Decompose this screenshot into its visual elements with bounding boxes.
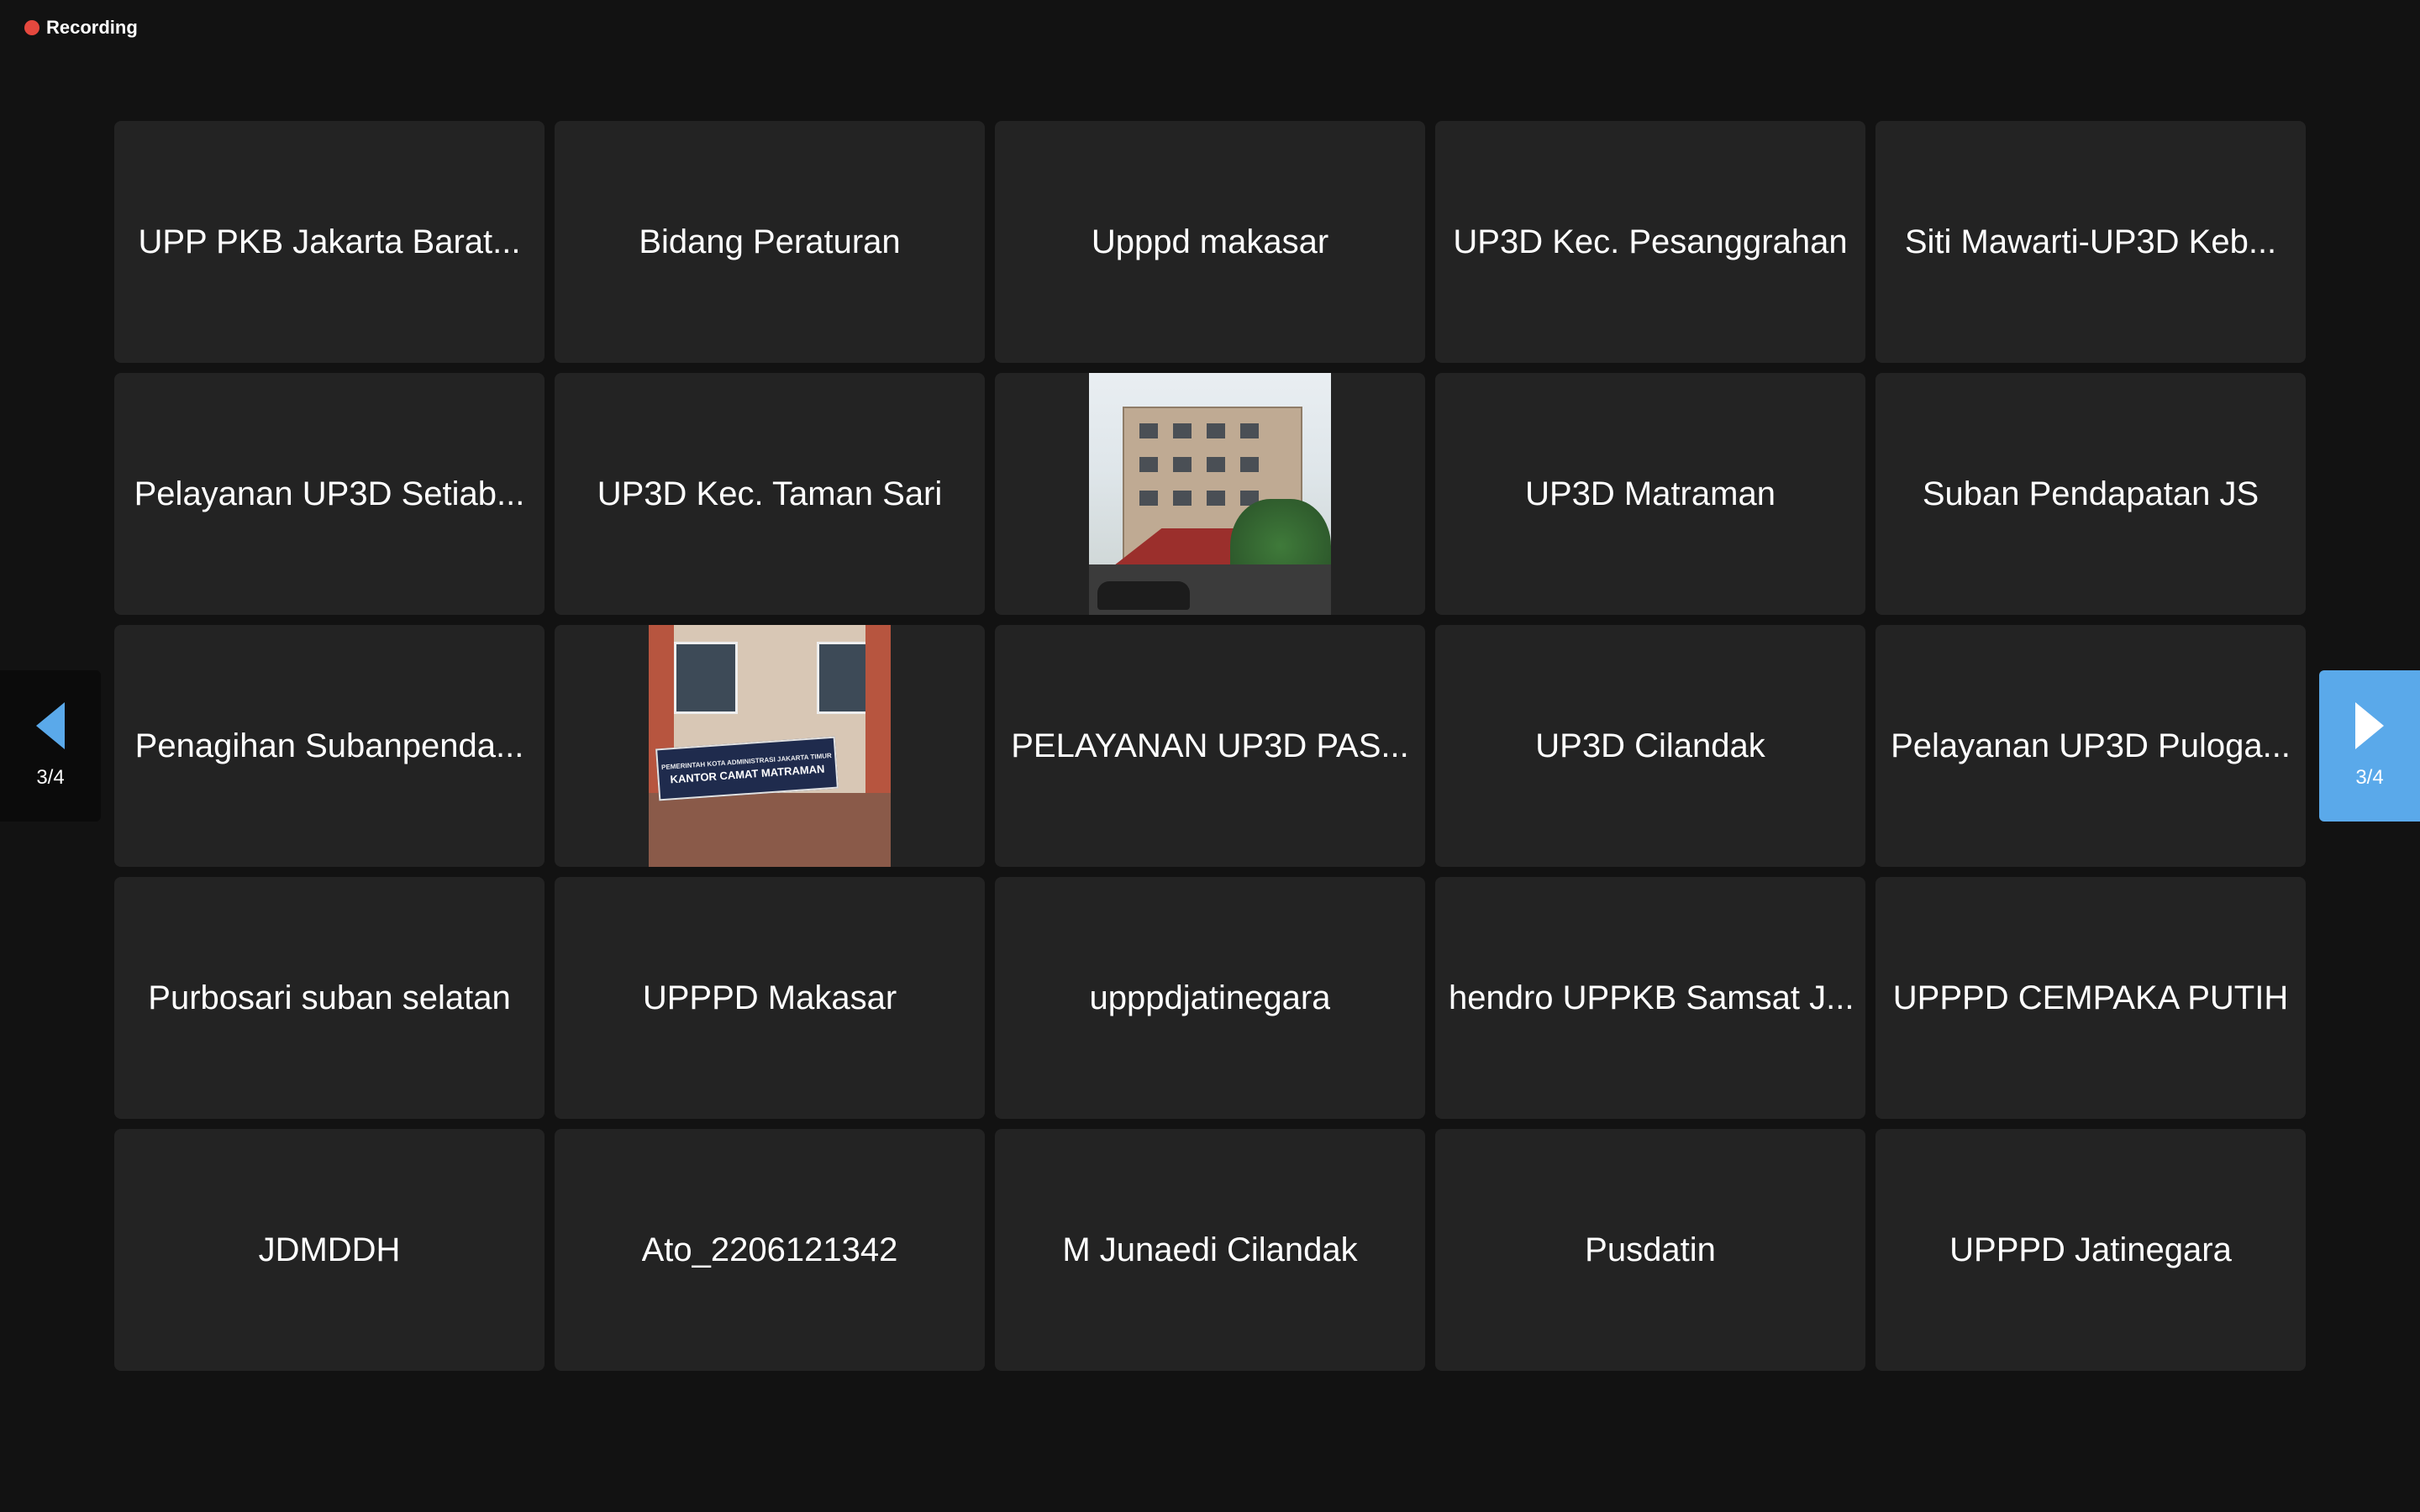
participant-name: M Junaedi Cilandak [1062,1231,1358,1268]
participant-name: Pelayanan UP3D Puloga... [1891,727,2291,764]
participant-name: JDMDDH [258,1231,401,1268]
participant-tile[interactable]: UPP PKB Jakarta Barat... [114,121,544,363]
participant-tile[interactable]: UPPPD Makasar [555,877,985,1119]
page-indicator: 3/4 [36,766,65,789]
participant-tile[interactable]: UP3D Kec. Taman Sari [555,373,985,615]
participant-tile[interactable]: UP3D Kec. Pesanggrahan [1435,121,1865,363]
participant-name: UP3D Matraman [1525,475,1776,512]
participant-tile[interactable]: UP3D Cilandak [1435,625,1865,867]
participant-tile[interactable]: Pelayanan UP3D Setiab... [114,373,544,615]
participant-tile[interactable] [995,373,1425,615]
participant-tile[interactable]: Penagihan Subanpenda... [114,625,544,867]
participant-name: UPPPD CEMPAKA PUTIH [1892,979,2289,1016]
participant-name: UP3D Kec. Taman Sari [597,475,943,512]
participant-name: UP3D Cilandak [1535,727,1765,764]
participant-tile[interactable]: hendro UPPKB Samsat J... [1435,877,1865,1119]
participant-tile[interactable]: Suban Pendapatan JS [1876,373,2306,615]
next-page-button[interactable]: 3/4 [2319,670,2420,822]
participant-name: upppdjatinegara [1089,979,1331,1016]
participant-grid: UPP PKB Jakarta Barat... Bidang Peratura… [114,121,2306,1371]
chevron-left-icon [36,702,65,749]
participant-name: Purbosari suban selatan [148,979,511,1016]
participant-tile[interactable]: Purbosari suban selatan [114,877,544,1119]
participant-name: UPP PKB Jakarta Barat... [138,223,521,260]
participant-tile[interactable]: PELAYANAN UP3D PAS... [995,625,1425,867]
chevron-right-icon [2355,702,2384,749]
participant-name: Upppd makasar [1091,223,1329,260]
participant-name: UPPPD Jatinegara [1949,1231,2232,1268]
participant-tile[interactable]: UPPPD CEMPAKA PUTIH [1876,877,2306,1119]
participant-tile[interactable]: M Junaedi Cilandak [995,1129,1425,1371]
participant-name: PELAYANAN UP3D PAS... [1011,727,1409,764]
participant-tile[interactable]: Ato_2206121342 [555,1129,985,1371]
participant-tile[interactable]: Siti Mawarti-UP3D Keb... [1876,121,2306,363]
participant-name: Bidang Peraturan [639,223,901,260]
recording-dot-icon [24,20,39,35]
participant-name: hendro UPPKB Samsat J... [1449,979,1852,1016]
participant-name: Penagihan Subanpenda... [134,727,524,764]
recording-label: Recording [46,17,138,38]
participant-tile[interactable]: Pelayanan UP3D Puloga... [1876,625,2306,867]
participant-name: Pelayanan UP3D Setiab... [134,475,525,512]
participant-name: Pusdatin [1585,1231,1716,1268]
participant-tile[interactable]: JDMDDH [114,1129,544,1371]
participant-tile[interactable]: upppdjatinegara [995,877,1425,1119]
participant-name: UPPPD Makasar [642,979,897,1016]
participant-name: Ato_2206121342 [641,1231,898,1268]
participant-tile[interactable]: UPPPD Jatinegara [1876,1129,2306,1371]
participant-tile[interactable]: PEMERINTAH KOTA ADMINISTRASI JAKARTA TIM… [555,625,985,867]
recording-indicator: Recording [24,17,138,39]
building-photo [1089,373,1331,615]
page-indicator: 3/4 [2355,766,2384,789]
participant-tile[interactable]: Bidang Peraturan [555,121,985,363]
participant-name: Siti Mawarti-UP3D Keb... [1904,223,2277,260]
participant-tile[interactable]: Upppd makasar [995,121,1425,363]
participant-tile[interactable]: Pusdatin [1435,1129,1865,1371]
participant-name: UP3D Kec. Pesanggrahan [1453,223,1848,260]
kantor-camat-photo: PEMERINTAH KOTA ADMINISTRASI JAKARTA TIM… [649,625,891,867]
participant-name: Suban Pendapatan JS [1922,475,2260,512]
participant-tile[interactable]: UP3D Matraman [1435,373,1865,615]
previous-page-button[interactable]: 3/4 [0,670,101,822]
